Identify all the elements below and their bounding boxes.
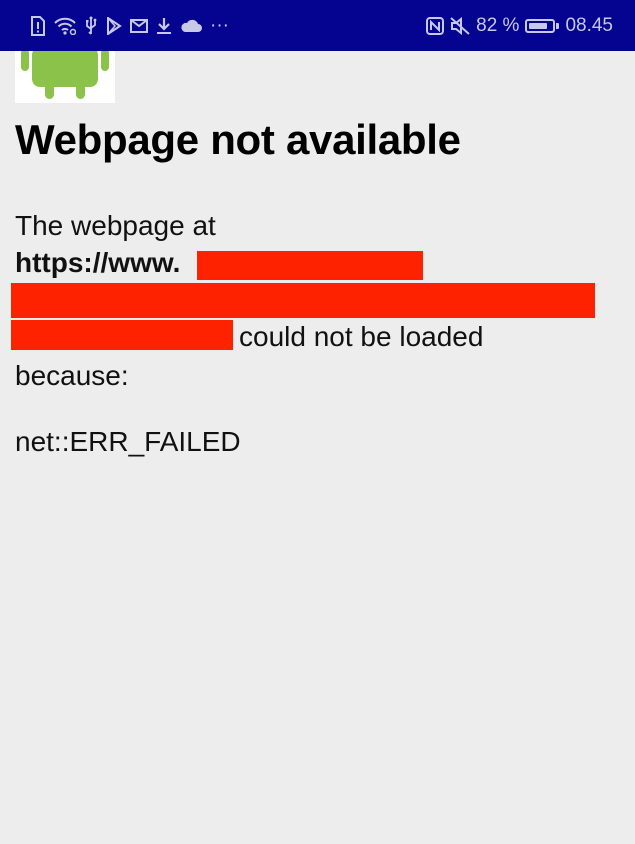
redacted-url-part-1 (197, 251, 423, 280)
status-bar-notifications: ··· (30, 15, 229, 36)
download-icon (156, 17, 172, 35)
play-store-icon (106, 16, 122, 35)
mute-icon (450, 16, 470, 35)
battery-level-fill (529, 22, 548, 29)
status-bar-system: 82 % 08.45 (426, 15, 613, 37)
clock: 08.45 (565, 14, 613, 36)
page-title: Webpage not available (15, 116, 461, 163)
message-suffix: could not be loaded (239, 321, 484, 352)
more-icon: ··· (210, 15, 229, 36)
cloud-icon (180, 19, 202, 33)
mail-icon (130, 18, 148, 33)
battery-body (525, 18, 556, 33)
battery-tip (556, 22, 560, 29)
wifi-icon (54, 17, 76, 35)
message-because: because: (15, 360, 129, 391)
battery-icon (525, 18, 560, 33)
redacted-url-part-2 (11, 283, 595, 318)
error-code: net::ERR_FAILED (15, 426, 241, 457)
android-logo (15, 51, 115, 103)
android-icon (15, 51, 115, 103)
redacted-url-part-3 (11, 320, 233, 350)
message-prefix: The webpage at (15, 210, 216, 241)
status-bar: ··· 82 % 08.45 (0, 0, 635, 51)
usb-icon (84, 16, 98, 36)
battery-percent: 82 % (476, 14, 520, 36)
url-prefix: https://www. (15, 247, 181, 278)
sim-alert-icon (30, 15, 46, 36)
nfc-icon (426, 16, 445, 35)
